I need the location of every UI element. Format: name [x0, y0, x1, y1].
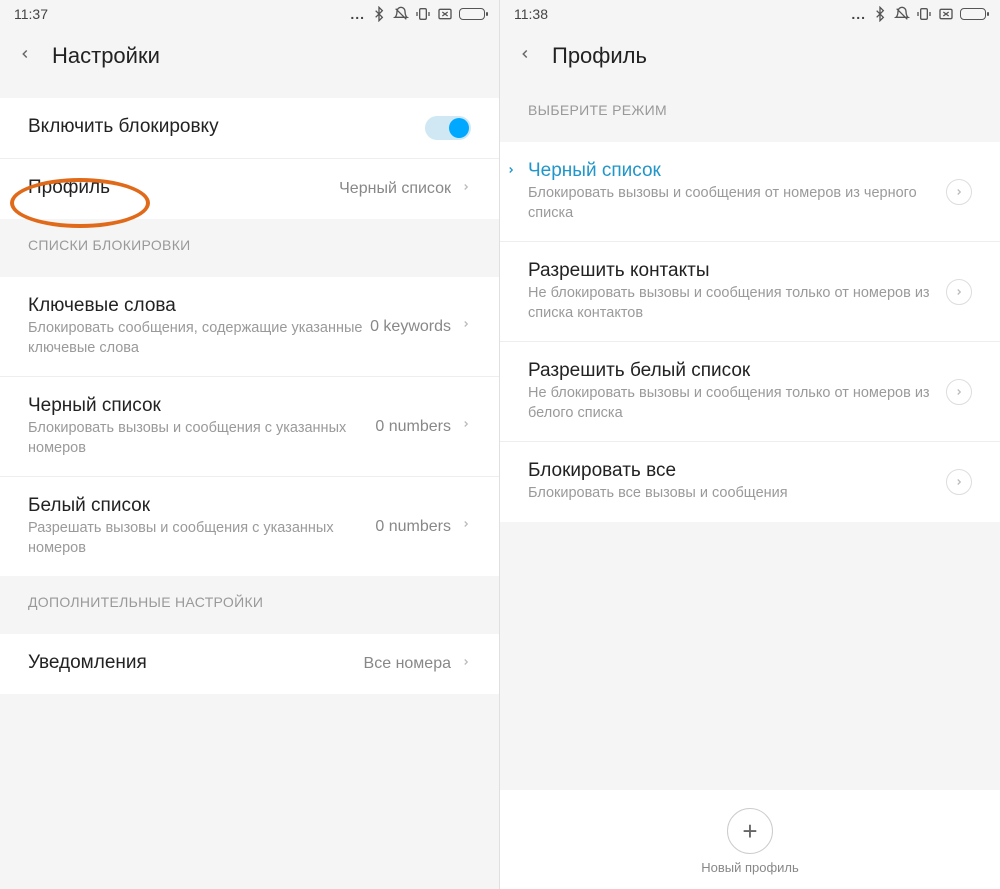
mode-blacklist-sub: Блокировать вызовы и сообщения от номеро… [528, 184, 946, 223]
whitelist-value: 0 numbers [375, 518, 451, 536]
profile-row[interactable]: Профиль Черный список [0, 159, 499, 219]
chevron-circle-icon [946, 179, 972, 205]
notifications-title: Уведомления [28, 652, 364, 674]
battery-icon [459, 8, 485, 20]
section-mode-label: ВЫБЕРИТЕ РЕЖИМ [500, 84, 1000, 128]
status-time: 11:37 [14, 6, 48, 22]
whitelist-row[interactable]: Белый список Разрешать вызовы и сообщени… [0, 477, 499, 576]
selected-chevron-icon [506, 162, 516, 183]
mode-blacklist-title: Черный список [528, 160, 946, 182]
mode-whitelist-sub: Не блокировать вызовы и сообщения только… [528, 384, 946, 423]
section-additional-label: ДОПОЛНИТЕЛЬНЫЕ НАСТРОЙКИ [0, 576, 499, 620]
chevron-circle-icon [946, 379, 972, 405]
footer-action: + Новый профиль [500, 790, 1000, 889]
app-header: Настройки [0, 28, 499, 84]
bluetooth-icon [872, 6, 888, 22]
mode-option-blacklist[interactable]: Черный список Блокировать вызовы и сообщ… [500, 142, 1000, 242]
bluetooth-icon [371, 6, 387, 22]
new-profile-label: Новый профиль [701, 860, 799, 875]
vibrate-icon [916, 6, 932, 22]
page-title: Настройки [52, 43, 160, 69]
blacklist-row[interactable]: Черный список Блокировать вызовы и сообщ… [0, 377, 499, 477]
battery-icon [960, 8, 986, 20]
chevron-right-icon [461, 179, 471, 200]
mute-icon [393, 6, 409, 22]
keywords-sub: Блокировать сообщения, содержащие указан… [28, 319, 370, 358]
profile-label: Профиль [28, 177, 339, 199]
profile-value: Черный список [339, 180, 451, 198]
blacklist-title: Черный список [28, 395, 375, 417]
whitelist-title: Белый список [28, 495, 375, 517]
mode-blockall-title: Блокировать все [528, 460, 946, 482]
enable-blocking-toggle[interactable] [425, 116, 471, 140]
page-title: Профиль [552, 43, 647, 69]
whitelist-sub: Разрешать вызовы и сообщения с указанных… [28, 519, 375, 558]
mode-option-whitelist[interactable]: Разрешить белый список Не блокировать вы… [500, 342, 1000, 442]
chevron-right-icon [461, 516, 471, 537]
screen-settings: 11:37 ... Настройки Включить блокировку … [0, 0, 500, 889]
status-time: 11:38 [514, 6, 548, 22]
mode-whitelist-title: Разрешить белый список [528, 360, 946, 382]
screen-profile: 11:38 ... Профиль ВЫБЕРИТЕ РЕЖИМ Черный … [500, 0, 1000, 889]
chevron-right-icon [461, 316, 471, 337]
mode-contacts-sub: Не блокировать вызовы и сообщения только… [528, 284, 946, 323]
chevron-right-icon [461, 416, 471, 437]
mute-icon [894, 6, 910, 22]
mode-option-blockall[interactable]: Блокировать все Блокировать все вызовы и… [500, 442, 1000, 522]
new-profile-button[interactable]: + [727, 808, 773, 854]
enable-blocking-row[interactable]: Включить блокировку [0, 98, 499, 159]
app-header: Профиль [500, 28, 1000, 84]
close-box-icon [938, 6, 954, 22]
vibrate-icon [415, 6, 431, 22]
back-button[interactable] [18, 43, 32, 70]
plus-icon: + [742, 816, 757, 847]
chevron-circle-icon [946, 279, 972, 305]
mode-option-contacts[interactable]: Разрешить контакты Не блокировать вызовы… [500, 242, 1000, 342]
status-bar: 11:38 ... [500, 0, 1000, 28]
blacklist-sub: Блокировать вызовы и сообщения с указанн… [28, 419, 375, 458]
close-box-icon [437, 6, 453, 22]
status-bar: 11:37 ... [0, 0, 499, 28]
enable-blocking-label: Включить блокировку [28, 116, 425, 138]
mode-blockall-sub: Блокировать все вызовы и сообщения [528, 484, 946, 504]
notifications-value: Все номера [364, 655, 451, 673]
keywords-row[interactable]: Ключевые слова Блокировать сообщения, со… [0, 277, 499, 377]
mode-contacts-title: Разрешить контакты [528, 260, 946, 282]
back-button[interactable] [518, 43, 532, 70]
section-blocklists-label: СПИСКИ БЛОКИРОВКИ [0, 219, 499, 263]
chevron-right-icon [461, 654, 471, 675]
chevron-circle-icon [946, 469, 972, 495]
blacklist-value: 0 numbers [375, 418, 451, 436]
status-more-icon: ... [350, 6, 365, 22]
status-more-icon: ... [851, 6, 866, 22]
notifications-row[interactable]: Уведомления Все номера [0, 634, 499, 694]
keywords-title: Ключевые слова [28, 295, 370, 317]
keywords-value: 0 keywords [370, 318, 451, 336]
